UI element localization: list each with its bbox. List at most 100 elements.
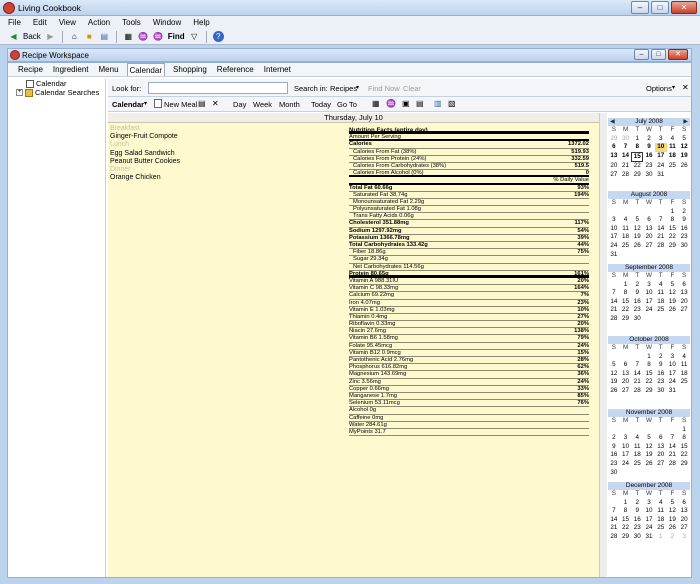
calendar-day[interactable]: 5 — [643, 434, 655, 443]
calendar-day[interactable]: 22 — [631, 162, 643, 171]
calendar-day[interactable]: 28 — [667, 460, 679, 469]
calendar-day[interactable]: 29 — [643, 387, 655, 396]
calendar-day[interactable]: 7 — [620, 143, 632, 152]
calendar-day[interactable]: 19 — [667, 298, 679, 307]
calendar-day[interactable]: 22 — [620, 306, 632, 315]
calendar-day[interactable]: 15 — [620, 298, 632, 307]
clear-button[interactable]: Clear — [403, 84, 421, 93]
calendar-day[interactable]: 15 — [643, 370, 655, 379]
calendar-day[interactable]: 30 — [655, 387, 667, 396]
calendar-day[interactable]: 31 — [655, 171, 667, 180]
meal-item[interactable]: Peanut Butter Cookies — [110, 158, 180, 166]
calendar-day[interactable]: 1 — [655, 533, 667, 542]
calendar-day[interactable]: 30 — [643, 171, 655, 180]
day-scrollbar[interactable] — [599, 113, 607, 577]
calendar-day[interactable]: 5 — [667, 281, 679, 290]
calendar-day[interactable]: 16 — [631, 298, 643, 307]
calendar-day[interactable]: 2 — [678, 208, 690, 217]
calendar-day[interactable]: 23 — [608, 460, 620, 469]
calendar-chevron-icon[interactable]: ▾ — [144, 100, 147, 107]
filter-icon[interactable]: ▽ — [189, 31, 200, 42]
new-meal-icon[interactable] — [154, 99, 162, 108]
workspace-close-button[interactable]: ✕ — [668, 49, 688, 60]
calendar-day[interactable]: 24 — [667, 378, 679, 387]
options-button[interactable]: Options — [646, 84, 672, 93]
calendar-day[interactable]: 20 — [655, 451, 667, 460]
calendar-day[interactable]: 5 — [631, 216, 643, 225]
calendar-day[interactable]: 25 — [655, 306, 667, 315]
calendar-day[interactable]: 18 — [655, 516, 667, 525]
calendar-day[interactable]: 28 — [620, 171, 632, 180]
tree-item-calendar[interactable]: Calendar — [10, 79, 105, 88]
calendar-day[interactable]: 27 — [678, 524, 690, 533]
panel-icon[interactable]: ▤ — [99, 31, 110, 42]
edit-icon[interactable]: ▤ — [198, 99, 206, 108]
calendar-day[interactable]: 3 — [643, 281, 655, 290]
calendar-day[interactable]: 13 — [678, 507, 690, 516]
calendar-day[interactable]: 19 — [608, 378, 620, 387]
calendar-day[interactable]: 12 — [608, 370, 620, 379]
menu-file[interactable]: File — [8, 16, 21, 29]
calendar-day[interactable]: 7 — [608, 507, 620, 516]
menu-window[interactable]: Window — [153, 16, 181, 29]
calendar-day[interactable]: 28 — [608, 533, 620, 542]
calendar-day[interactable]: 10 — [654, 143, 667, 152]
calendar-day[interactable]: 15 — [631, 151, 644, 163]
calendar-day[interactable]: 28 — [631, 387, 643, 396]
maximize-button[interactable]: □ — [651, 1, 669, 14]
calendar-day[interactable]: 10 — [608, 225, 620, 234]
calendar-day[interactable]: 9 — [643, 143, 655, 152]
calendar-day[interactable]: 30 — [678, 242, 690, 251]
calendar-day[interactable]: 16 — [608, 451, 620, 460]
calendar-day[interactable]: 30 — [608, 469, 620, 478]
calendar-day[interactable]: 20 — [620, 378, 632, 387]
calendar-day[interactable]: 14 — [655, 225, 667, 234]
calendar-day[interactable]: 17 — [643, 516, 655, 525]
calendar-day[interactable]: 16 — [631, 516, 643, 525]
calendar-day[interactable]: 4 — [667, 135, 679, 144]
calendar-day[interactable]: 1 — [667, 208, 679, 217]
calendar-day[interactable]: 18 — [631, 451, 643, 460]
copy-icon[interactable]: ▥ — [434, 99, 442, 108]
calendar-day[interactable]: 6 — [620, 361, 632, 370]
tab-internet[interactable]: Internet — [262, 63, 293, 76]
calendar-day[interactable]: 11 — [655, 289, 667, 298]
calendar-day[interactable]: 29 — [620, 533, 632, 542]
calendar-day[interactable]: 13 — [608, 152, 620, 163]
calendar-day[interactable]: 11 — [667, 143, 679, 152]
calendar-day[interactable]: 8 — [678, 434, 690, 443]
calendar-day[interactable]: 8 — [620, 507, 632, 516]
meal-item[interactable]: Ginger-Fruit Compote — [110, 133, 180, 141]
workspace-maximize-button[interactable]: □ — [651, 49, 666, 60]
new-meal-button[interactable]: New Meal — [164, 100, 197, 109]
meal-item[interactable]: Egg Salad Sandwich — [110, 150, 180, 158]
calendar-day[interactable]: 18 — [620, 233, 632, 242]
calendar-day[interactable]: 8 — [631, 143, 643, 152]
calendar-day[interactable]: 23 — [631, 524, 643, 533]
calendar-day[interactable]: 26 — [643, 460, 655, 469]
calendar-day[interactable]: 19 — [678, 152, 690, 163]
calendar-day[interactable]: 3 — [667, 353, 679, 362]
calendar-day[interactable]: 24 — [643, 306, 655, 315]
calendar-day[interactable]: 1 — [631, 135, 643, 144]
calendar-day[interactable]: 5 — [608, 361, 620, 370]
calendar-day[interactable]: 2 — [631, 281, 643, 290]
calendar-day[interactable]: 21 — [667, 451, 679, 460]
calendar-day[interactable]: 20 — [678, 298, 690, 307]
calendar-day[interactable]: 29 — [631, 171, 643, 180]
calendar-dropdown[interactable]: Calendar — [112, 100, 144, 109]
calendar-day[interactable]: 7 — [655, 216, 667, 225]
calendar-day[interactable]: 9 — [631, 507, 643, 516]
calendar-day[interactable]: 24 — [655, 162, 667, 171]
calendar-day[interactable]: 27 — [620, 387, 632, 396]
calendar-day[interactable]: 9 — [655, 361, 667, 370]
calendar-day[interactable]: 6 — [643, 216, 655, 225]
calendar-day[interactable]: 4 — [620, 216, 632, 225]
tab-shopping[interactable]: Shopping — [171, 63, 209, 76]
calendar-day[interactable]: 21 — [608, 524, 620, 533]
calendar-day[interactable]: 16 — [678, 225, 690, 234]
calendar-day[interactable]: 7 — [608, 289, 620, 298]
calendar-day[interactable]: 17 — [667, 370, 679, 379]
calendar-day[interactable]: 26 — [667, 524, 679, 533]
calendar-day[interactable]: 31 — [667, 387, 679, 396]
